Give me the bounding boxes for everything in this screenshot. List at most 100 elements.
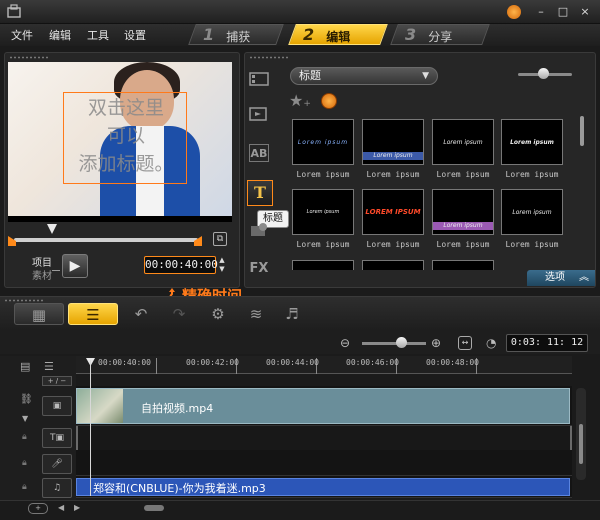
voice-track-button[interactable]: 🎤︎ (42, 454, 72, 474)
title-bar: – □ × (0, 0, 600, 24)
step-share[interactable]: 3 分享 (390, 24, 490, 45)
overlay-track-button[interactable]: T▣ (42, 428, 72, 448)
options-button[interactable]: 选项 ︽ (527, 270, 595, 286)
chevron-down-icon: ▼ (422, 71, 429, 81)
title-placeholder-box[interactable]: 双击这里 可以 添加标题。 (63, 92, 187, 184)
title-line-1: 双击这里 (87, 97, 164, 119)
title-thumbnail[interactable] (292, 260, 354, 270)
menu-file[interactable]: 文件 (11, 27, 33, 43)
ruler-label: 00:00:40:00 (98, 358, 151, 367)
graphics-icon[interactable] (249, 222, 269, 240)
thumbnail-text: Lorem ipsum (373, 152, 413, 159)
scroll-left-icon[interactable]: ◀ (58, 503, 64, 512)
music-track-button[interactable]: ♫ (42, 478, 72, 498)
add-remove-track[interactable]: + / − (42, 376, 72, 386)
title-thumbnail[interactable]: LOREM IPSUM (362, 189, 424, 235)
title-thumbnail[interactable]: Lorem ipsum (362, 119, 424, 165)
collapse-arrow-icon[interactable]: ▼ (22, 414, 32, 424)
title-thumbnail[interactable]: Lorem ipsum (292, 119, 354, 165)
scrubber-track[interactable] (14, 238, 198, 242)
track-manager-icon[interactable]: ▤ (20, 360, 38, 373)
thumbnail-text: Lorem ipsum (510, 139, 554, 146)
title-thumbnail[interactable]: Lorem ipsum (501, 119, 563, 165)
minimize-button[interactable]: – (534, 5, 548, 19)
record-capture-icon[interactable]: ⚙ (206, 303, 230, 325)
zoom-in-icon[interactable]: ⊕ (431, 336, 445, 350)
zoom-out-icon[interactable]: ⊖ (340, 336, 354, 350)
video-clip[interactable]: 自拍视频.mp4 (76, 388, 570, 424)
close-button[interactable]: × (578, 5, 592, 19)
title-track[interactable] (76, 450, 572, 476)
step-capture[interactable]: 1 捕获 (188, 24, 284, 45)
audio-mixer-icon[interactable]: ≋ (244, 303, 268, 325)
film-reel-icon[interactable] (321, 93, 337, 109)
title-thumbnail[interactable]: Lorem ipsum (432, 189, 494, 235)
track-list-icon[interactable]: ☰ (44, 360, 62, 373)
undo-icon[interactable]: ↶ (130, 303, 152, 325)
timecode-field[interactable]: 00:00:40:00 (144, 256, 218, 274)
thumbnail-caption: Lorem ipsum (296, 240, 350, 249)
timeline-view-icon[interactable]: ☰ (68, 303, 118, 325)
title-thumbnail[interactable] (362, 260, 424, 270)
menu-edit[interactable]: 编辑 (49, 27, 71, 43)
panel-grip[interactable] (4, 299, 44, 302)
title-thumbnail[interactable]: Lorem ipsum (292, 189, 354, 235)
add-track-button[interactable]: + (28, 503, 48, 514)
title-thumbnail[interactable] (432, 260, 494, 270)
title-thumbnail[interactable]: Lorem ipsum (432, 119, 494, 165)
film-reel-icon[interactable] (507, 5, 521, 19)
mode-clip-label[interactable]: 素材 (32, 267, 52, 282)
library-category-dropdown[interactable]: 标题 ▼ (290, 67, 438, 85)
fit-project-icon[interactable]: ↔ (458, 336, 472, 350)
ruler-tick (156, 358, 157, 374)
media-film-icon[interactable] (249, 70, 269, 88)
storyboard-view-icon[interactable]: ▦ (14, 303, 64, 325)
link-icon[interactable]: ⛓ (20, 394, 36, 406)
lock-icon[interactable]: 🔒︎ (22, 458, 27, 468)
filter-fx-icon[interactable]: FX (249, 260, 269, 278)
title-icon[interactable]: T (247, 180, 273, 206)
timeline-bottom-bar (0, 500, 600, 520)
panel-grip[interactable] (249, 56, 289, 59)
auto-music-icon[interactable]: ♬ (280, 303, 304, 325)
maximize-button[interactable]: □ (556, 5, 570, 19)
add-favorite-icon[interactable]: ★+ (289, 91, 311, 110)
redo-icon[interactable]: ↷ (168, 303, 190, 325)
timeline-zoom-thumb[interactable] (396, 337, 407, 348)
step-edit[interactable]: 2 编辑 (288, 24, 388, 45)
timeline-horizontal-scroll-thumb[interactable] (144, 505, 164, 511)
library-scrollbar[interactable] (580, 116, 584, 146)
thumbnail-caption: Lorem ipsum (366, 170, 420, 179)
lock-icon[interactable]: 🔒︎ (22, 432, 27, 442)
timeline-scroll-thumb[interactable] (579, 424, 583, 464)
ruler-label: 00:00:42:00 (186, 358, 239, 367)
panel-grip[interactable] (9, 56, 49, 59)
media-clip-icon[interactable] (249, 106, 269, 124)
playhead[interactable] (90, 360, 91, 496)
thumbnail-caption: Lorem ipsum (505, 170, 559, 179)
transition-icon[interactable]: AB (249, 144, 269, 162)
thumbnail-text: LOREM IPSUM (365, 208, 421, 216)
thumbnail-size-thumb[interactable] (538, 68, 549, 79)
music-clip[interactable]: 郑容和(CNBLUE)-你为我着迷.mp3 (76, 478, 570, 496)
scroll-right-icon[interactable]: ▶ (74, 503, 80, 512)
ruler-label: 00:00:44:00 (266, 358, 319, 367)
title-track-bar[interactable] (76, 426, 572, 450)
snapshot-icon[interactable]: ⧉ (213, 232, 227, 246)
music-clip-label: 郑容和(CNBLUE)-你为我着迷.mp3 (93, 482, 266, 495)
play-button[interactable]: ▶ (62, 254, 88, 278)
title-line-3: 添加标题。 (78, 153, 174, 175)
timecode-spinner[interactable]: ▲ ▼ (217, 256, 227, 274)
thumbnail-caption: Lorem ipsum (296, 170, 350, 179)
video-track-button[interactable]: ▣ (42, 396, 72, 416)
menu-tools[interactable]: 工具 (87, 27, 109, 43)
project-duration: 0:03: 11: 12 (506, 334, 588, 352)
chevron-up-icon: ︽ (579, 272, 589, 283)
app-icon (6, 4, 22, 20)
lock-icon[interactable]: 🔒︎ (22, 482, 27, 492)
step-edit-number: 2 (303, 25, 315, 44)
timeline-zoom-slider[interactable] (362, 342, 426, 345)
title-thumbnail[interactable]: Lorem ipsum (501, 189, 563, 235)
thumbnail-caption: Lorem ipsum (436, 240, 490, 249)
menu-settings[interactable]: 设置 (124, 27, 146, 43)
